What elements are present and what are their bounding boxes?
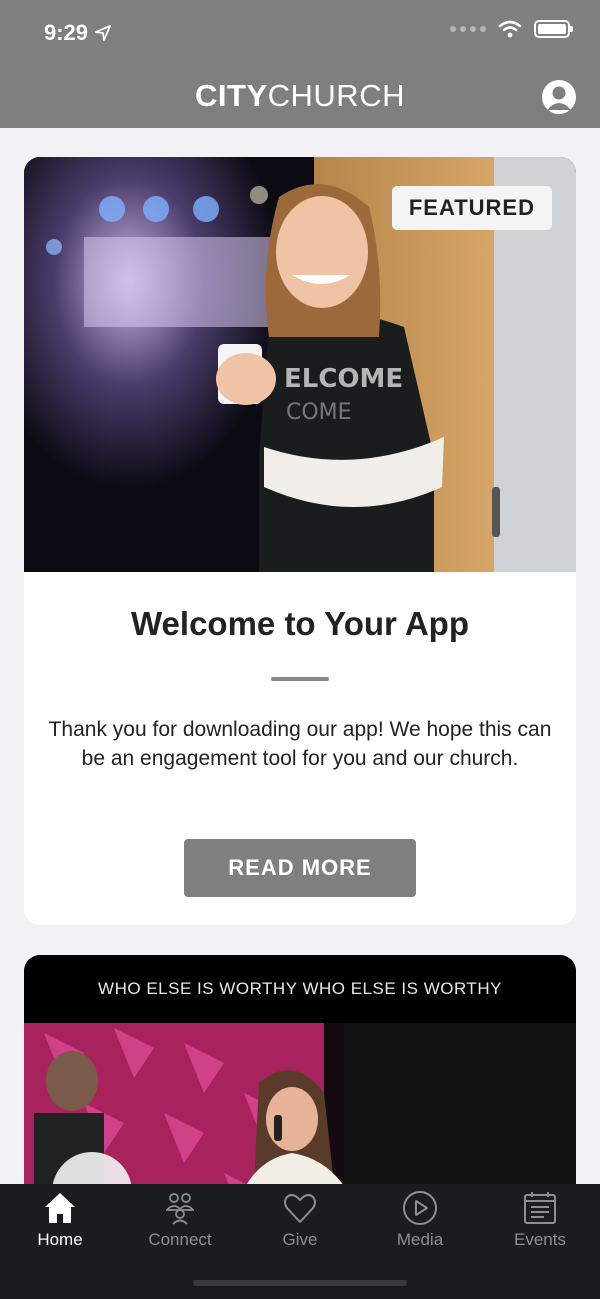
- signal-dots-icon: [450, 26, 486, 32]
- calendar-icon: [524, 1192, 556, 1224]
- user-avatar-icon: [547, 86, 571, 110]
- tab-events-label: Events: [514, 1230, 566, 1249]
- time-label: 9:29: [44, 20, 89, 45]
- tab-home[interactable]: Home: [0, 1190, 120, 1250]
- tab-connect-label: Connect: [148, 1230, 212, 1249]
- battery-icon: [534, 20, 573, 38]
- status-bar-time: 9:29: [44, 20, 112, 46]
- tab-give[interactable]: Give: [240, 1190, 360, 1250]
- wifi-icon: [498, 20, 522, 38]
- card-title: Welcome to Your App: [131, 605, 469, 642]
- tab-media-label: Media: [396, 1230, 444, 1249]
- featured-badge: FEATURED: [391, 186, 552, 230]
- title-divider: [271, 677, 329, 681]
- brand-logo: CITYCHURCH: [195, 78, 405, 113]
- svg-text:COME: COME: [286, 400, 352, 425]
- location-arrow-icon: [94, 24, 112, 42]
- heart-icon: [284, 1194, 316, 1223]
- read-more-button[interactable]: READ MORE: [184, 839, 416, 897]
- home-indicator[interactable]: [193, 1280, 407, 1286]
- featured-card[interactable]: ELCOME COME FEATURED Welcome to Your App…: [24, 157, 576, 925]
- svg-text:ELCOME: ELCOME: [284, 364, 403, 394]
- play-icon: [403, 1191, 437, 1225]
- media-banner-text: WHO ELSE IS WORTHY WHO ELSE IS WORTHY: [98, 979, 502, 998]
- tab-home-label: Home: [37, 1230, 83, 1249]
- tab-give-label: Give: [282, 1230, 318, 1249]
- tab-media[interactable]: Media: [360, 1190, 480, 1250]
- status-bar-indicators: [450, 20, 573, 38]
- featured-image: ELCOME COME FEATURED: [24, 157, 576, 572]
- home-icon: [45, 1193, 75, 1223]
- tab-connect[interactable]: Connect: [120, 1190, 240, 1250]
- card-description: Thank you for downloading our app! We ho…: [48, 718, 552, 770]
- app-header: 9:29 CITYCHURCH: [0, 0, 600, 128]
- profile-button[interactable]: [542, 80, 576, 114]
- people-icon: [166, 1193, 194, 1225]
- tab-events[interactable]: Events: [480, 1190, 600, 1250]
